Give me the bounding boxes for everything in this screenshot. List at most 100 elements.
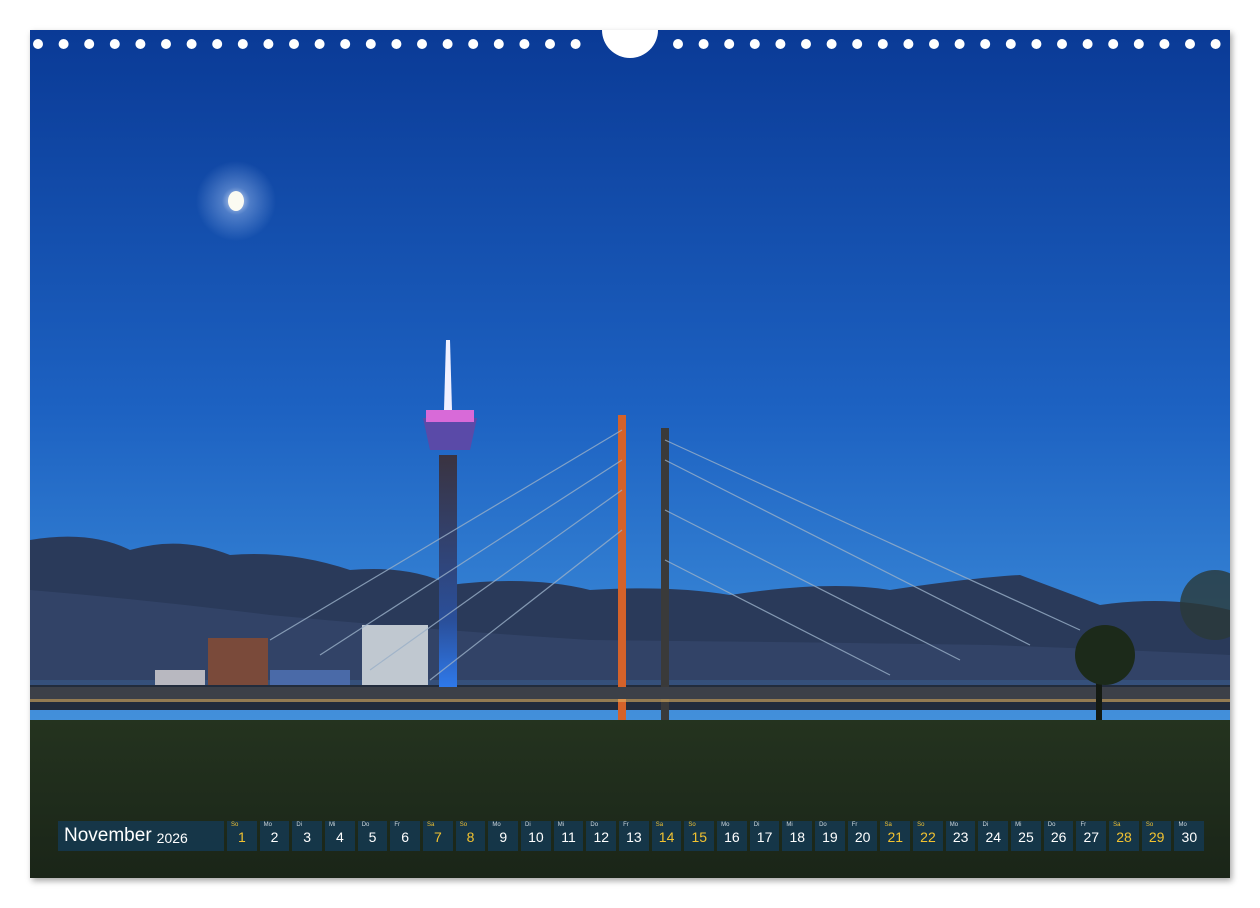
day-cell: Sa 28 — [1109, 821, 1139, 851]
binding-hole — [724, 39, 735, 49]
day-cell: Fr 13 — [619, 821, 649, 851]
day-weekday: Do — [819, 822, 827, 828]
day-weekday: Sa — [655, 822, 664, 828]
day-weekday: Mo — [721, 822, 730, 828]
day-cell: Fr 27 — [1076, 821, 1107, 851]
calendar-strip: November 2026 So 1 Mo 2 Di 3 Mi 4 Do 5 Fr 6 Sa 7 So 8 Mo… — [58, 821, 1205, 851]
binding-hole — [340, 39, 351, 49]
day-weekday: Mo — [492, 822, 501, 828]
night-skyline-scene — [30, 30, 1230, 878]
meadow — [30, 720, 1230, 878]
day-cell: Di 3 — [292, 821, 323, 851]
binding-hole — [1005, 39, 1016, 49]
day-number: 12 — [593, 829, 610, 845]
binding-hole — [442, 39, 453, 49]
day-number: 8 — [466, 829, 475, 845]
day-number: 21 — [887, 829, 904, 845]
binding-hole — [929, 39, 939, 49]
day-weekday: So — [459, 822, 468, 828]
day-number: 20 — [854, 829, 871, 845]
day-number: 2 — [270, 829, 279, 845]
month-name: November — [64, 825, 152, 846]
binding-hole — [980, 39, 991, 49]
binding-hole — [673, 39, 683, 49]
day-weekday: So — [231, 822, 239, 828]
binding-hole — [135, 39, 146, 49]
binding-hole — [1108, 39, 1119, 49]
day-cell: Mo 16 — [717, 821, 747, 851]
hanger-notch — [602, 30, 658, 58]
day-number: 25 — [1018, 829, 1034, 845]
day-weekday: Fr — [394, 822, 401, 828]
binding-hole — [1057, 39, 1067, 49]
day-weekday: Fr — [1080, 822, 1087, 828]
binding-hole — [365, 39, 376, 49]
day-cell: So 15 — [684, 821, 715, 851]
binding-hole — [493, 39, 504, 49]
day-cell: Sa 14 — [651, 821, 682, 851]
binding-hole — [877, 39, 888, 49]
day-cell: Mo 23 — [945, 821, 976, 851]
binding-hole — [1185, 39, 1195, 49]
day-weekday: Mo — [263, 822, 273, 828]
binding-hole — [570, 39, 581, 49]
day-cell: Do 26 — [1043, 821, 1074, 851]
day-number: 4 — [335, 829, 344, 845]
day-weekday: So — [1145, 822, 1154, 828]
day-cell: So 22 — [913, 821, 943, 851]
binding-hole — [161, 39, 171, 49]
binding-hole — [58, 39, 69, 49]
day-cell: Mi 4 — [325, 821, 355, 851]
day-weekday: Mo — [1178, 822, 1187, 828]
binding-hole — [212, 39, 223, 49]
binding-hole — [468, 39, 479, 49]
day-weekday: Fr — [623, 822, 629, 828]
day-weekday: Mi — [1015, 822, 1022, 828]
binding-hole — [826, 39, 837, 49]
day-number: 13 — [626, 829, 642, 845]
day-number: 6 — [401, 829, 410, 845]
binding-hole — [186, 39, 197, 49]
binding-hole — [391, 39, 402, 49]
day-number: 22 — [920, 829, 936, 845]
day-weekday: Di — [296, 822, 303, 828]
day-cell: Fr 6 — [390, 821, 421, 851]
binding-hole — [775, 39, 786, 49]
day-number: 29 — [1148, 829, 1165, 845]
binding-hole — [237, 39, 248, 49]
binding-hole — [852, 39, 863, 49]
day-number: 23 — [952, 829, 969, 845]
calendar-photo — [30, 30, 1230, 878]
day-cell: Mi 11 — [553, 821, 584, 851]
day-cell: Do 12 — [586, 821, 617, 851]
spiral-binding-holes — [33, 30, 1221, 58]
binding-hole — [289, 39, 299, 49]
day-cell: So 1 — [227, 821, 257, 851]
day-weekday: Do — [590, 822, 599, 828]
binding-hole — [698, 39, 709, 49]
day-number: 1 — [237, 829, 246, 845]
binding-hole — [519, 39, 530, 49]
day-cell: Mi 25 — [1011, 821, 1041, 851]
binding-hole — [903, 39, 914, 49]
day-number: 26 — [1050, 829, 1067, 845]
day-number: 9 — [499, 829, 508, 845]
day-cell: Fr 20 — [847, 821, 878, 851]
day-cell: Do 19 — [815, 821, 845, 851]
day-weekday: Mi — [786, 822, 793, 828]
day-weekday: Di — [982, 822, 989, 828]
day-number: 16 — [724, 829, 740, 845]
day-weekday: Sa — [427, 822, 435, 828]
day-number: 10 — [528, 829, 544, 845]
day-cell: Mo 9 — [488, 821, 519, 851]
month-label: November 2026 — [58, 821, 224, 851]
moon — [196, 161, 276, 241]
day-number: 3 — [303, 829, 312, 845]
day-cell: Di 10 — [521, 821, 551, 851]
binding-hole — [1159, 39, 1170, 49]
day-number: 5 — [368, 829, 377, 845]
binding-hole — [84, 39, 95, 49]
day-weekday: Do — [361, 822, 370, 828]
day-number: 24 — [985, 829, 1002, 845]
day-cell: Mo 30 — [1174, 821, 1205, 851]
